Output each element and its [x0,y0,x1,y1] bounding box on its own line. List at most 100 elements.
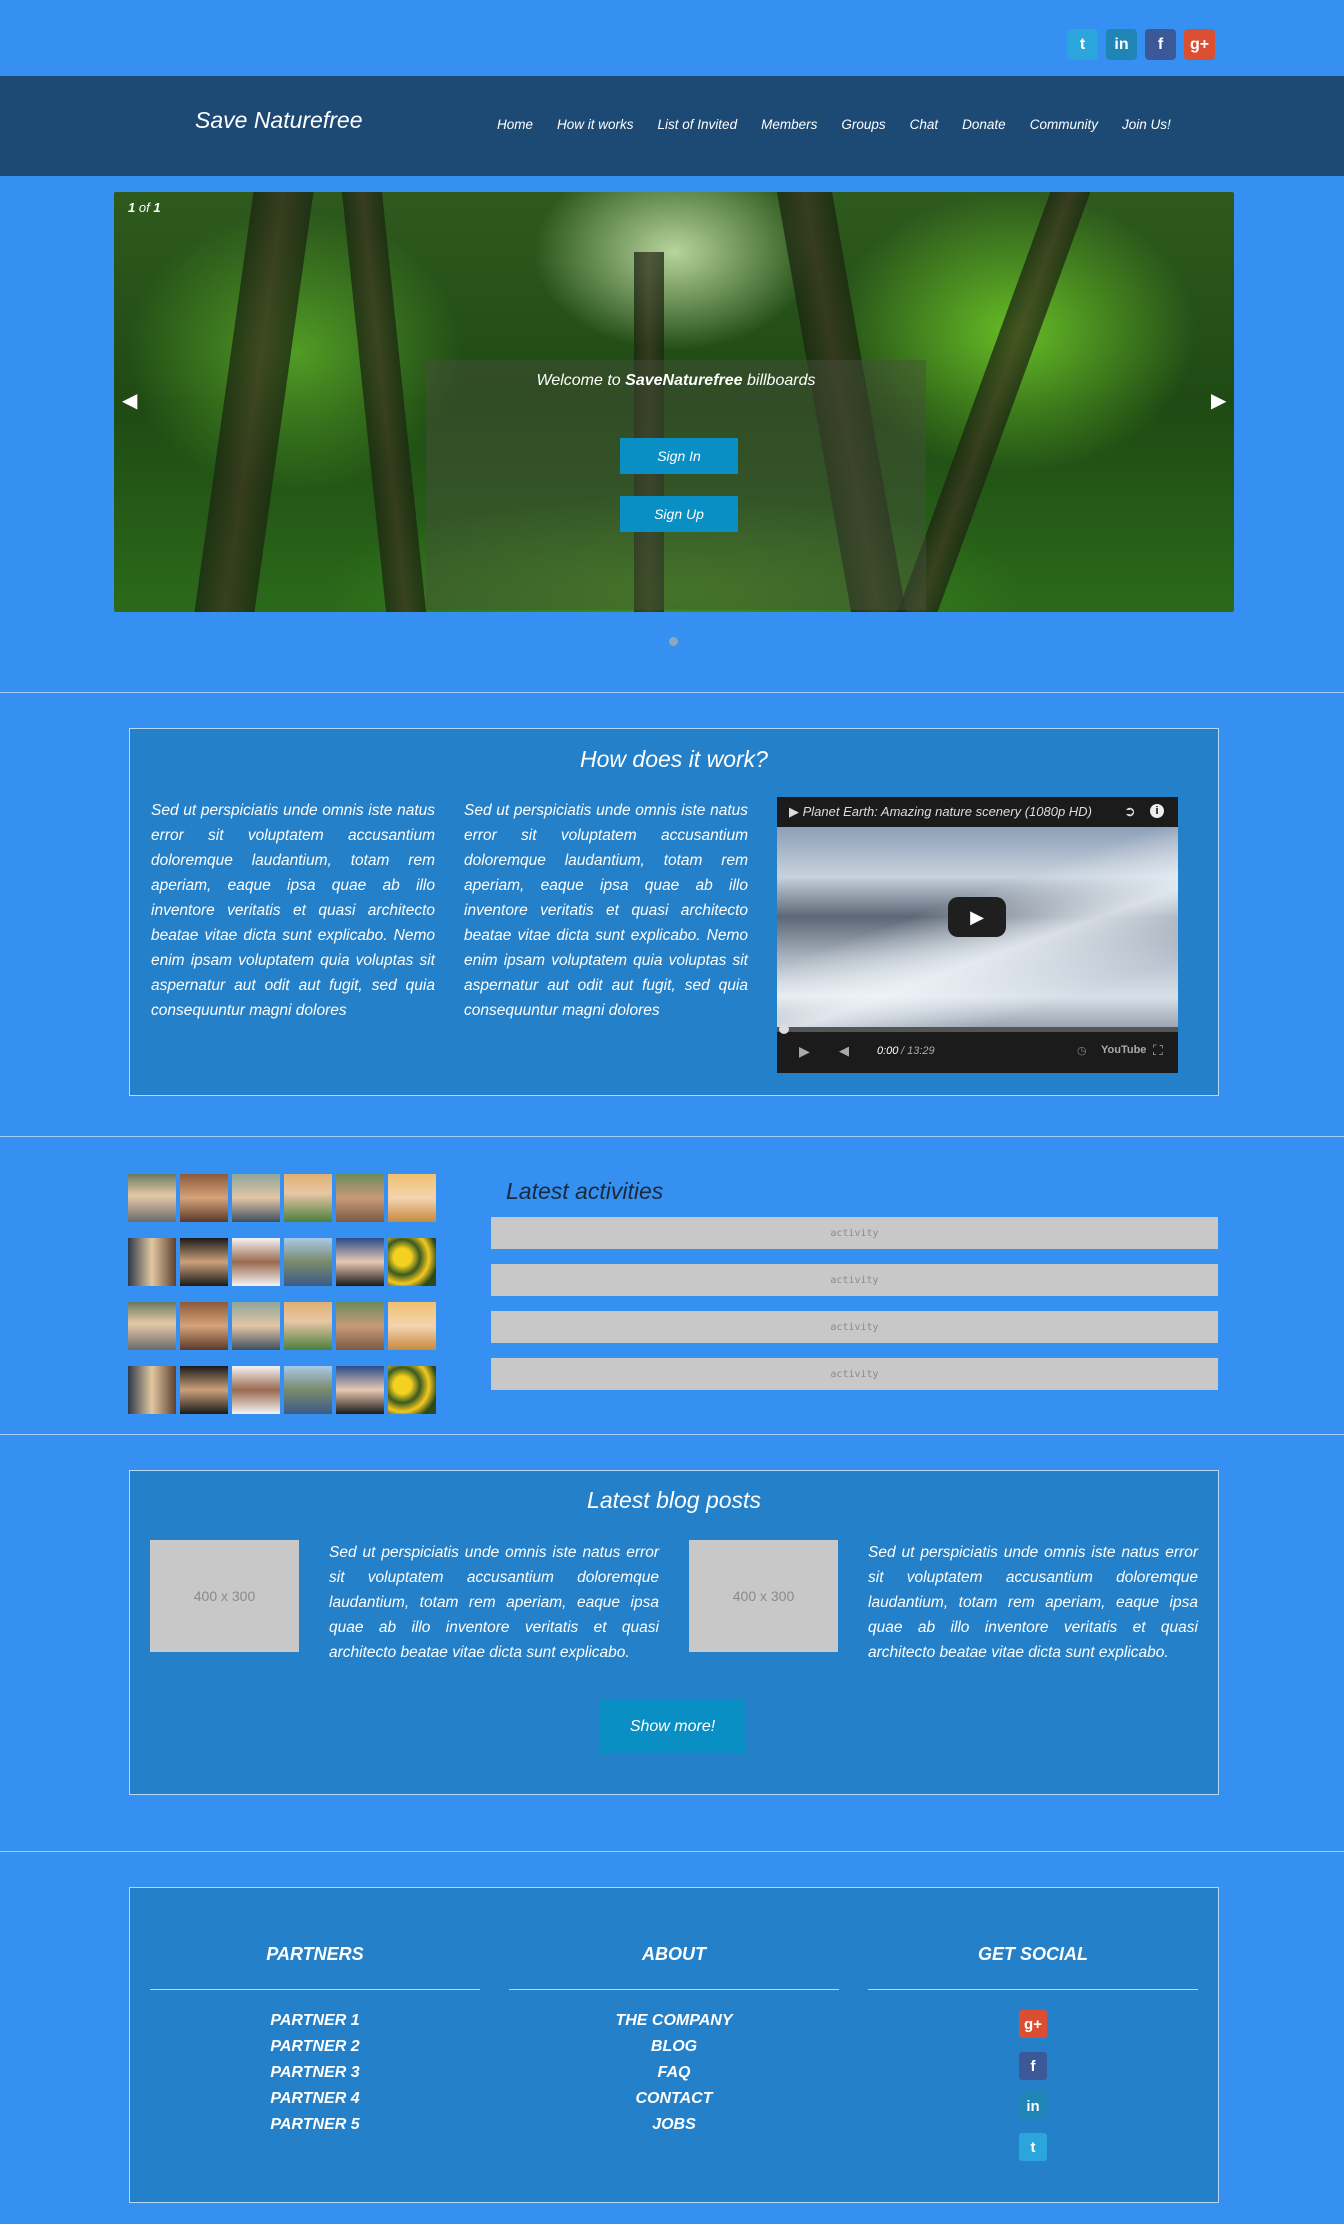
partner-link[interactable]: PARTNER 2 [150,2034,480,2060]
how-title: How does it work? [580,746,768,772]
nav-members[interactable]: Members [761,117,817,132]
video-title[interactable]: Planet Earth: Amazing nature scenery (10… [803,804,1092,819]
fullscreen-icon[interactable]: ⛶ [1153,1042,1163,1059]
about-link-company[interactable]: THE COMPANY [509,2008,839,2034]
nav-groups[interactable]: Groups [841,117,885,132]
member-avatar[interactable] [128,1366,176,1414]
sign-up-button[interactable]: Sign Up [620,496,738,532]
play-icon[interactable]: ▶ [799,1043,810,1060]
member-avatar[interactable] [180,1174,228,1222]
member-avatar[interactable] [232,1238,280,1286]
divider [0,1136,1344,1137]
info-icon[interactable]: i [1150,804,1164,818]
google-plus-icon[interactable]: g+ [1184,29,1215,60]
nav-list-of-invited[interactable]: List of Invited [658,117,738,132]
member-avatar[interactable] [232,1366,280,1414]
sign-in-button[interactable]: Sign In [620,438,738,474]
member-avatar[interactable] [180,1238,228,1286]
member-avatar[interactable] [180,1302,228,1350]
show-more-button[interactable]: Show more! [599,1700,746,1753]
video-play-button[interactable]: ▶ [948,897,1006,937]
next-slide-arrow-icon[interactable]: ▶ [1211,388,1226,413]
nav-join-us[interactable]: Join Us! [1122,117,1171,132]
linkedin-icon[interactable]: in [1106,29,1137,60]
activity-item[interactable]: activity [491,1311,1218,1343]
member-avatar[interactable] [128,1174,176,1222]
member-avatar[interactable] [284,1302,332,1350]
video-time-total: / 13:29 [901,1045,935,1057]
top-social-bar: t in f g+ [1067,29,1215,61]
member-avatar[interactable] [336,1238,384,1286]
tree-trunk [341,192,427,612]
video-progress-bar[interactable] [777,1027,1178,1032]
facebook-icon[interactable]: f [1019,2052,1047,2080]
share-icon[interactable]: ➲ [1124,803,1136,820]
blog-post-text: Sed ut perspiciatis unde omnis iste natu… [329,1544,659,1661]
member-avatar[interactable] [128,1302,176,1350]
activity-item[interactable]: activity [491,1264,1218,1296]
blog-image-placeholder[interactable]: 400 x 300 [150,1540,299,1652]
member-avatar[interactable] [284,1238,332,1286]
watch-later-icon[interactable]: ◷ [1077,1044,1087,1057]
member-avatar[interactable] [232,1302,280,1350]
member-avatar[interactable] [388,1238,436,1286]
member-avatar[interactable] [388,1302,436,1350]
about-title: ABOUT [642,1944,706,1964]
hero-slider: 1 of 1 ◀ ▶ Welcome to SaveNaturefree bil… [114,192,1234,612]
member-avatar[interactable] [180,1366,228,1414]
google-plus-icon[interactable]: g+ [1019,2010,1047,2038]
nav-donate[interactable]: Donate [962,117,1006,132]
member-avatar[interactable] [128,1238,176,1286]
how-text-col1: Sed ut perspiciatis unde omnis iste natu… [151,802,435,1019]
member-avatar[interactable] [388,1366,436,1414]
about-link-faq[interactable]: FAQ [509,2060,839,2086]
twitter-icon[interactable]: t [1067,29,1098,60]
divider [0,1851,1344,1852]
site-logo[interactable]: Save Naturefree [195,107,362,134]
member-avatar[interactable] [336,1366,384,1414]
nav-home[interactable]: Home [497,117,533,132]
twitter-icon[interactable]: t [1019,2133,1047,2161]
facebook-icon[interactable]: f [1145,29,1176,60]
about-link-contact[interactable]: CONTACT [509,2086,839,2112]
divider [868,1989,1198,1990]
partner-link[interactable]: PARTNER 1 [150,2008,480,2034]
about-link-blog[interactable]: BLOG [509,2034,839,2060]
divider [150,1989,480,1990]
nav-community[interactable]: Community [1030,117,1098,132]
member-avatar[interactable] [232,1174,280,1222]
social-title: GET SOCIAL [977,1944,1088,1964]
video-play-small-icon: ▶ [789,804,799,819]
partners-title: PARTNERS [266,1944,364,1964]
prev-slide-arrow-icon[interactable]: ◀ [122,388,137,413]
slide-caption: Welcome to SaveNaturefree billboards Sig… [426,360,926,610]
activity-item[interactable]: activity [491,1217,1218,1249]
divider [0,692,1344,693]
member-avatar[interactable] [388,1174,436,1222]
member-avatar[interactable] [336,1174,384,1222]
member-avatar[interactable] [336,1302,384,1350]
partner-link[interactable]: PARTNER 5 [150,2112,480,2138]
member-avatar[interactable] [284,1366,332,1414]
video-progress-handle[interactable] [779,1024,789,1034]
linkedin-icon[interactable]: in [1019,2092,1047,2120]
header: Save Naturefree Home How it works List o… [0,76,1344,176]
member-avatar[interactable] [284,1174,332,1222]
video-player[interactable]: ▶ Planet Earth: Amazing nature scenery (… [777,797,1178,1073]
nav-chat[interactable]: Chat [910,117,939,132]
activity-item[interactable]: activity [491,1358,1218,1390]
video-thumbnail[interactable]: ▶ [777,827,1178,1027]
blog-title: Latest blog posts [587,1487,761,1513]
how-text-col2: Sed ut perspiciatis unde omnis iste natu… [464,802,748,1019]
divider [0,1434,1344,1435]
partners-list: PARTNER 1 PARTNER 2 PARTNER 3 PARTNER 4 … [150,2008,480,2138]
volume-icon[interactable]: ◀ [839,1043,849,1059]
partner-link[interactable]: PARTNER 3 [150,2060,480,2086]
nav-how-it-works[interactable]: How it works [557,117,634,132]
slide-counter: 1 of 1 [128,200,161,215]
about-link-jobs[interactable]: JOBS [509,2112,839,2138]
slider-pager-dot[interactable] [669,637,678,646]
partner-link[interactable]: PARTNER 4 [150,2086,480,2112]
youtube-logo[interactable]: YouTube [1101,1044,1146,1056]
blog-image-placeholder[interactable]: 400 x 300 [689,1540,838,1652]
